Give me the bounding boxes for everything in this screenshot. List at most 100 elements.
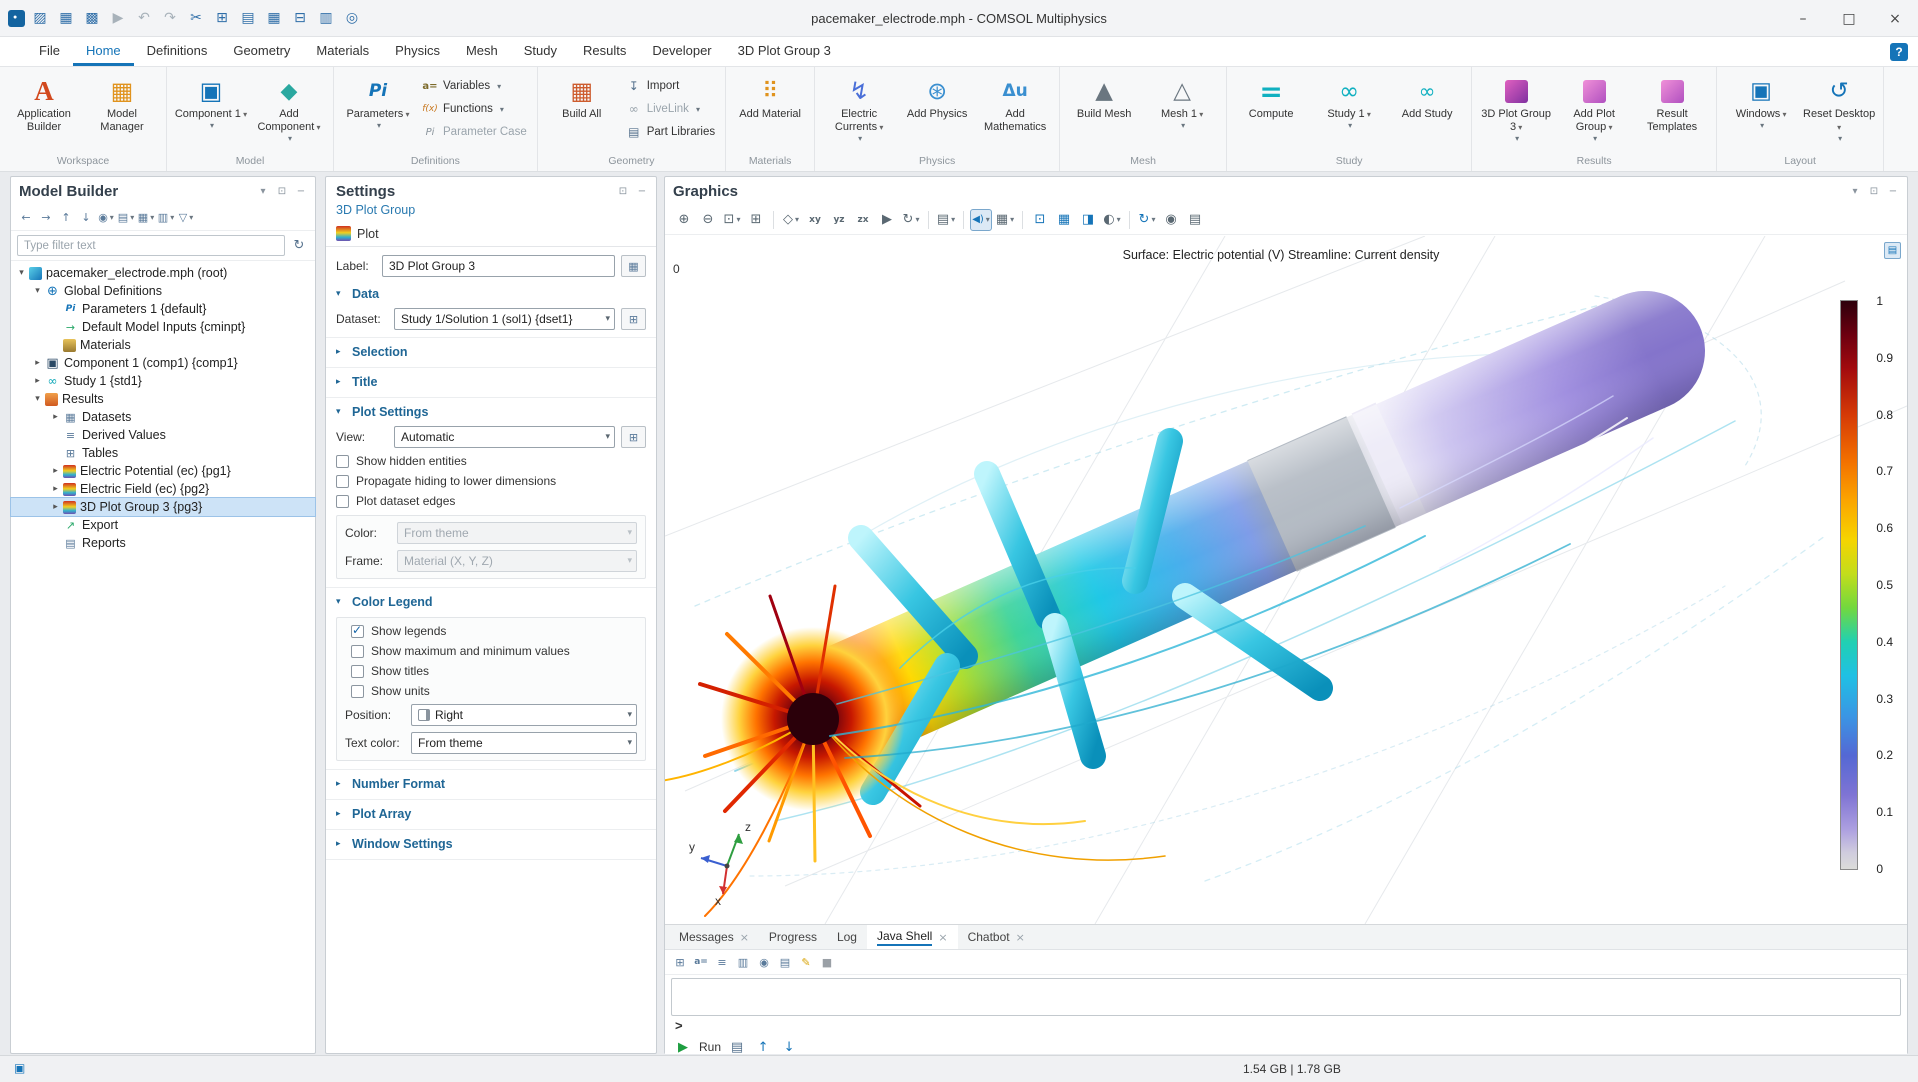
copy-icon[interactable] (211, 7, 233, 29)
tree-item-study-1[interactable]: Study 1 {std1} (11, 372, 315, 390)
insert-table-icon[interactable] (263, 7, 285, 29)
expander-icon[interactable] (49, 412, 62, 422)
rotate-icon[interactable] (900, 209, 922, 231)
tab-study[interactable]: Study (511, 37, 570, 66)
checkbox-checked-icon[interactable] (351, 625, 364, 638)
add-study-button[interactable]: Add Study (1389, 71, 1465, 121)
minimize-panel-icon[interactable] (1885, 183, 1901, 199)
collapse-expand-icon[interactable] (137, 209, 155, 227)
plot-button[interactable]: Plot (326, 221, 656, 247)
livelink-button[interactable]: LiveLink (622, 99, 719, 119)
tab-chatbot[interactable]: Chatbot (958, 925, 1035, 949)
tab-mesh[interactable]: Mesh (453, 37, 511, 66)
label-action-button[interactable] (621, 255, 646, 277)
cut-icon[interactable] (185, 7, 207, 29)
section-header-plot-array[interactable]: Plot Array (326, 800, 656, 825)
checkbox-icon[interactable] (351, 665, 364, 678)
move-down-icon[interactable] (77, 209, 95, 227)
tree-item-3d-plot-group-3[interactable]: 3D Plot Group 3 {pg3} (11, 498, 315, 516)
scene-light-icon[interactable] (1101, 209, 1123, 231)
shell-edit-icon[interactable] (797, 953, 815, 971)
shell-eye-icon[interactable] (755, 953, 773, 971)
component-1-button[interactable]: Component 1 (173, 71, 249, 130)
shell-list-icon[interactable] (776, 953, 794, 971)
dataset-select[interactable]: Study 1/Solution 1 (sol1) {dset1} (394, 308, 615, 330)
filter-input[interactable] (17, 235, 285, 256)
shell-tree-icon[interactable] (671, 953, 689, 971)
minimize-panel-icon[interactable] (293, 183, 309, 199)
expander-icon[interactable] (31, 286, 44, 296)
add-material-button[interactable]: Add Material (732, 71, 808, 121)
add-mathematics-button[interactable]: Add Mathematics (977, 71, 1053, 134)
dataset-action-button[interactable] (621, 308, 646, 330)
build-mesh-button[interactable]: Build Mesh (1066, 71, 1142, 121)
tree-item-default-model-inputs[interactable]: Default Model Inputs {cminpt} (11, 318, 315, 336)
history-up-icon[interactable] (753, 1037, 773, 1057)
expander-icon[interactable] (49, 484, 62, 494)
float-panel-icon[interactable] (274, 183, 290, 199)
tab-definitions[interactable]: Definitions (134, 37, 221, 66)
view-select[interactable]: Automatic (394, 426, 615, 448)
section-header-data[interactable]: Data (326, 280, 656, 305)
checkbox-show-titles[interactable]: Show titles (341, 661, 641, 681)
section-header-window-settings[interactable]: Window Settings (326, 830, 656, 855)
section-header-number-format[interactable]: Number Format (326, 770, 656, 795)
close-tab-icon[interactable] (938, 931, 947, 944)
tree-item-parameters-1[interactable]: Parameters 1 {default} (11, 300, 315, 318)
help-icon[interactable] (1890, 43, 1908, 61)
side-panel-icon[interactable] (1077, 209, 1099, 231)
shell-stop-icon[interactable] (818, 953, 836, 971)
filter-icon[interactable] (177, 209, 195, 227)
open-file-icon[interactable] (29, 7, 51, 29)
checkbox-icon[interactable] (351, 685, 364, 698)
expander-icon[interactable] (49, 466, 62, 476)
position-select[interactable]: Right (411, 704, 637, 726)
show-icon[interactable] (97, 209, 115, 227)
tab-home[interactable]: Home (73, 37, 134, 66)
shell-prompt[interactable]: > (665, 1016, 1907, 1036)
table-icon[interactable] (994, 209, 1016, 231)
tab-materials[interactable]: Materials (303, 37, 382, 66)
undo-icon[interactable] (133, 7, 155, 29)
checkbox-show-max-min[interactable]: Show maximum and minimum values (341, 641, 641, 661)
close-tab-icon[interactable] (1016, 931, 1025, 944)
part-libraries-button[interactable]: Part Libraries (622, 122, 719, 142)
save-as-icon[interactable] (81, 7, 103, 29)
float-panel-icon[interactable] (615, 183, 631, 199)
shell-columns-icon[interactable] (734, 953, 752, 971)
zoom-in-icon[interactable] (673, 209, 695, 231)
mesh-1-button[interactable]: Mesh 1 (1144, 71, 1220, 130)
section-header-plot-settings[interactable]: Plot Settings (326, 398, 656, 423)
back-icon[interactable] (17, 209, 35, 227)
tree-item-electric-potential[interactable]: Electric Potential (ec) {pg1} (11, 462, 315, 480)
section-header-selection[interactable]: Selection (326, 338, 656, 363)
table-settings-icon[interactable] (315, 7, 337, 29)
checkbox-plot-dataset-edges[interactable]: Plot dataset edges (326, 491, 656, 511)
snapshot-icon[interactable] (1160, 209, 1182, 231)
view-zx-icon[interactable]: zx (852, 209, 874, 231)
checkbox-icon[interactable] (351, 645, 364, 658)
paste-icon[interactable] (237, 7, 259, 29)
electric-currents-button[interactable]: Electric Currents (821, 71, 897, 143)
text-color-select[interactable]: From theme (411, 732, 637, 754)
tree-item-derived-values[interactable]: Derived Values (11, 426, 315, 444)
tree-item-electric-field[interactable]: Electric Field (ec) {pg2} (11, 480, 315, 498)
columns-icon[interactable] (157, 209, 175, 227)
tree-item-results[interactable]: Results (11, 390, 315, 408)
forward-icon[interactable] (37, 209, 55, 227)
move-up-icon[interactable] (57, 209, 75, 227)
run-icon[interactable] (673, 1037, 693, 1057)
minimize-panel-icon[interactable] (634, 183, 650, 199)
3d-plot-group-3-button[interactable]: 3D Plot Group 3 (1478, 71, 1554, 143)
default-view-icon[interactable] (780, 209, 802, 231)
panel-menu-icon[interactable] (255, 183, 271, 199)
tab-progress[interactable]: Progress (759, 925, 827, 949)
tab-java-shell[interactable]: Java Shell (867, 925, 958, 949)
history-down-icon[interactable] (779, 1037, 799, 1057)
tree-item-reports[interactable]: Reports (11, 534, 315, 552)
shell-sort-icon[interactable] (713, 953, 731, 971)
zoom-extents-icon[interactable] (745, 209, 767, 231)
checkbox-show-legends[interactable]: Show legends (341, 621, 641, 641)
compute-button[interactable]: Compute (1233, 71, 1309, 121)
section-header-title[interactable]: Title (326, 368, 656, 393)
